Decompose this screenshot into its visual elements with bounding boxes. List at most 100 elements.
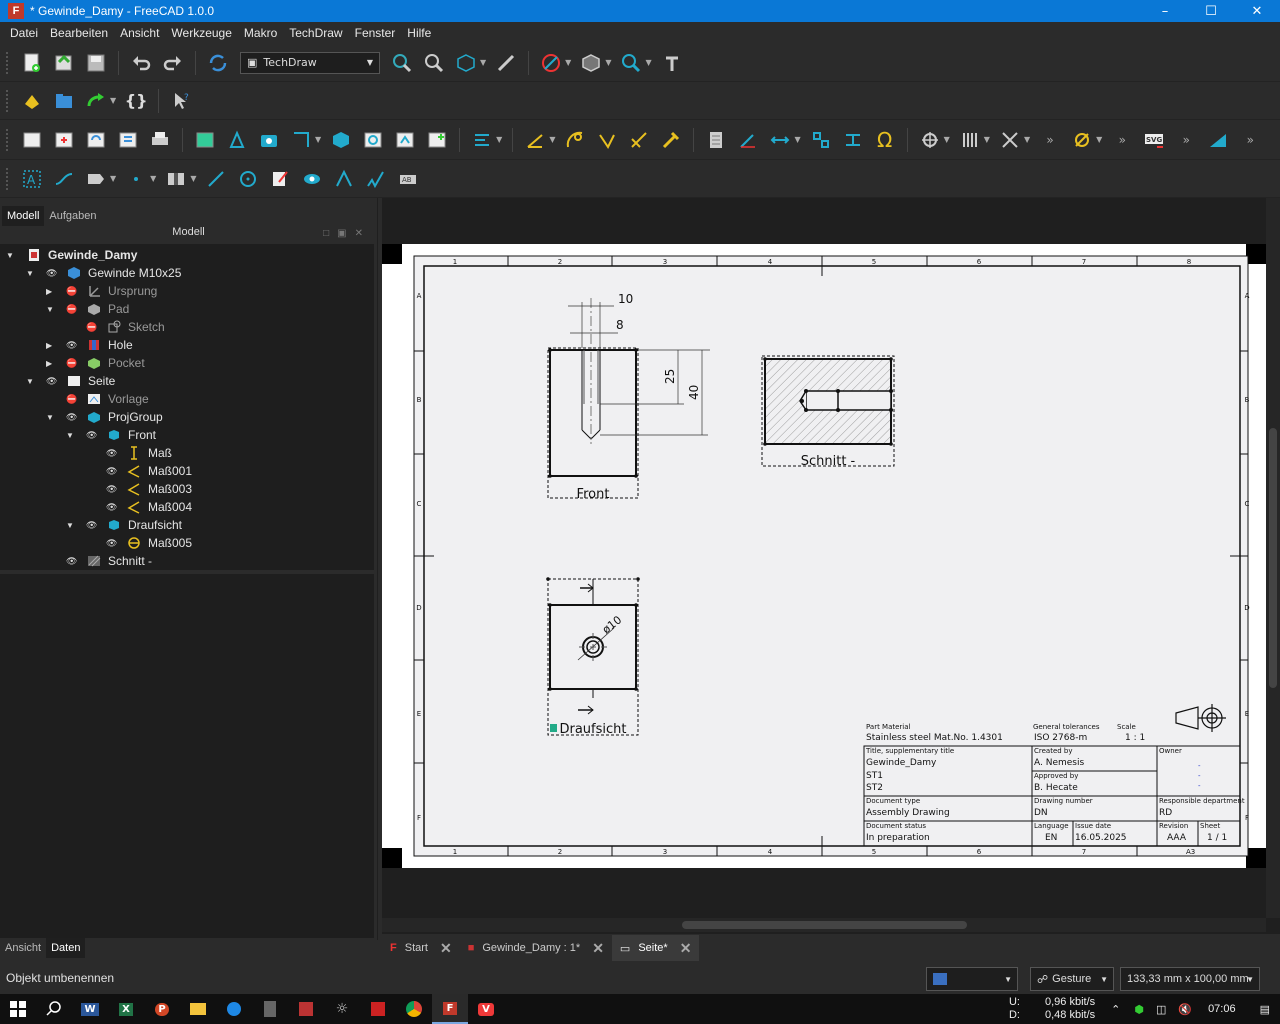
tab-seite[interactable]: ▭ Seite* ✕ — [611, 935, 700, 961]
hidden-eye-icon[interactable]: ⛔ — [66, 358, 78, 369]
toolbar-grip[interactable] — [6, 89, 10, 112]
tree-item-front[interactable]: ▼ 👁 Front — [0, 426, 374, 444]
menu-makro[interactable]: Makro — [238, 26, 283, 40]
fit-selection-icon[interactable] — [422, 51, 446, 75]
menu-bearbeiten[interactable]: Bearbeiten — [44, 26, 114, 40]
file-explorer-icon[interactable] — [180, 994, 216, 1024]
geometric-hatch-icon[interactable] — [998, 128, 1022, 152]
cosmetic-line-icon[interactable] — [204, 167, 228, 191]
maximize-button[interactable]: ☐ — [1188, 0, 1234, 22]
insert-active-view-icon[interactable] — [225, 128, 249, 152]
tree-item-document[interactable]: ▼ Gewinde_Damy — [0, 246, 374, 264]
show-all-icon[interactable] — [300, 167, 324, 191]
insert-spreadsheet-view-icon[interactable] — [425, 128, 449, 152]
redraw-page-icon[interactable] — [84, 128, 108, 152]
annotation-icon[interactable]: A — [20, 167, 44, 191]
tree-item-dimension004[interactable]: 👁 Maß004 — [0, 498, 374, 516]
edit-annotation-icon[interactable] — [268, 167, 292, 191]
std-views-icon[interactable] — [579, 51, 603, 75]
insert-detail-icon[interactable] — [361, 128, 385, 152]
rich-annotation-icon[interactable] — [768, 128, 792, 152]
centerline-icon[interactable] — [918, 128, 942, 152]
workbench-selector[interactable]: ▣ TechDraw ▼ — [240, 51, 380, 74]
word-icon[interactable]: W — [72, 994, 108, 1024]
excel-icon[interactable]: X — [108, 994, 144, 1024]
horizontal-scrollbar[interactable] — [382, 918, 1266, 932]
volume-muted-icon[interactable]: 🔇 — [1178, 1003, 1192, 1016]
weld-symbol-icon[interactable] — [84, 167, 108, 191]
freecad-taskbar-icon[interactable]: F — [432, 994, 468, 1024]
visibility-eye-icon[interactable]: 👁 — [106, 448, 118, 459]
tree-item-pocket[interactable]: ▶ ⛔ Pocket — [0, 354, 374, 372]
security-shield-icon[interactable]: ⬢ — [1134, 1003, 1144, 1016]
hidden-eye-icon[interactable]: ⛔ — [86, 322, 98, 333]
tree-item-projgroup[interactable]: ▼ 👁 ProjGroup — [0, 408, 374, 426]
tab-aufgaben[interactable]: Aufgaben — [44, 206, 101, 226]
toolbar-overflow-icon[interactable]: » — [1110, 128, 1134, 152]
tree-item-pad[interactable]: ▼ ⛔ Pad — [0, 300, 374, 318]
measure-icon[interactable] — [494, 51, 518, 75]
visibility-eye-icon[interactable]: 👁 — [46, 376, 58, 387]
tab-gewinde-damy[interactable]: ■ Gewinde_Damy : 1* ✕ — [460, 935, 612, 961]
windows-start-icon[interactable] — [0, 994, 36, 1024]
app-blue-icon[interactable] — [216, 994, 252, 1024]
view-cube-icon[interactable] — [454, 51, 478, 75]
export-dxf-icon[interactable] — [1206, 128, 1230, 152]
menu-techdraw[interactable]: TechDraw — [283, 26, 348, 40]
tree-item-origin[interactable]: ▶ ⛔ Ursprung — [0, 282, 374, 300]
vertical-scrollbar[interactable] — [1266, 198, 1280, 918]
search-icon[interactable] — [36, 994, 72, 1024]
new-document-icon[interactable] — [20, 51, 44, 75]
radius-dimension-icon[interactable] — [563, 128, 587, 152]
toolbar-grip[interactable] — [6, 51, 10, 74]
tab-start[interactable]: F Start ✕ — [382, 935, 460, 961]
toolbar-grip[interactable] — [6, 167, 10, 190]
arrow-annotation-icon[interactable] — [332, 167, 356, 191]
tree-item-dimension003[interactable]: 👁 Maß003 — [0, 480, 374, 498]
tree-item-page[interactable]: ▼ 👁 Seite — [0, 372, 374, 390]
cosmetic-vertex-icon[interactable] — [809, 128, 833, 152]
macro-execute-icon[interactable] — [84, 89, 108, 113]
landmark-dimension-icon[interactable] — [659, 128, 683, 152]
midpoints-icon[interactable] — [841, 128, 865, 152]
tree-item-hole[interactable]: ▶ 👁 Hole — [0, 336, 374, 354]
line-icon[interactable] — [52, 167, 76, 191]
tab-modell[interactable]: Modell — [2, 206, 45, 226]
face-center-icon[interactable] — [164, 167, 188, 191]
visibility-eye-icon[interactable]: 👁 — [66, 556, 78, 567]
tab-ansicht[interactable]: Ansicht — [0, 938, 46, 958]
vivaldi-icon[interactable]: V — [468, 994, 504, 1024]
tree-item-dimension001[interactable]: 👁 Maß001 — [0, 462, 374, 480]
tree-item-template[interactable]: ⛔ Vorlage — [0, 390, 374, 408]
menu-ansicht[interactable]: Ansicht — [114, 26, 165, 40]
diameter-symbol-icon[interactable] — [1070, 128, 1094, 152]
minimize-button[interactable]: – — [1142, 0, 1188, 22]
tool-symbol-icon[interactable]: AB — [396, 167, 420, 191]
insert-draft-view-icon[interactable] — [393, 128, 417, 152]
toolbar-grip[interactable] — [6, 128, 10, 151]
clock[interactable]: 07:06 — [1208, 1003, 1236, 1015]
drawing-view[interactable]: 12345678 1234567 ABCDEF ABCDEF 10 8 25 4… — [382, 198, 1280, 934]
export-svg-icon[interactable]: SVG — [1142, 128, 1166, 152]
app-bird-icon[interactable]: ☼ — [324, 994, 360, 1024]
folder-icon[interactable] — [52, 89, 76, 113]
tree-item-draufsicht[interactable]: ▼ 👁 Draufsicht — [0, 516, 374, 534]
app-grid-icon[interactable] — [288, 994, 324, 1024]
extent-dimension-icon[interactable] — [627, 128, 651, 152]
tree-item-dimension005[interactable]: 👁 Maß005 — [0, 534, 374, 552]
fit-all-icon[interactable] — [390, 51, 414, 75]
hatch-icon[interactable] — [958, 128, 982, 152]
undo-icon[interactable] — [129, 51, 153, 75]
close-button[interactable]: ✕ — [1234, 0, 1280, 22]
visibility-eye-icon[interactable]: 👁 — [106, 484, 118, 495]
balloon-icon[interactable] — [704, 128, 728, 152]
hidden-eye-icon[interactable]: ⛔ — [66, 286, 78, 297]
calculator-icon[interactable] — [252, 994, 288, 1024]
app-puzzle-icon[interactable] — [360, 994, 396, 1024]
tree-item-body[interactable]: ▼ 👁 Gewinde M10x25 — [0, 264, 374, 282]
visibility-eye-icon[interactable]: 👁 — [66, 412, 78, 423]
omega-icon[interactable]: Ω — [873, 128, 897, 152]
menu-fenster[interactable]: Fenster — [349, 26, 402, 40]
dimension-display[interactable]: 133,33 mm x 100,00 mm ▼ — [1120, 967, 1260, 991]
whats-this-icon[interactable] — [660, 51, 684, 75]
